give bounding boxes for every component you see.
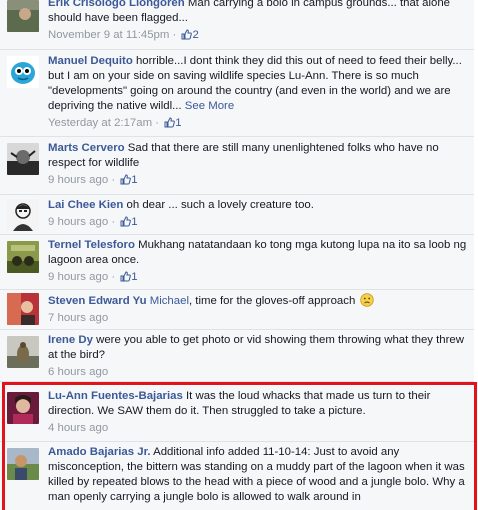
comment-item: Lu-Ann Fuentes-Bajarias It was the loud … [0, 386, 474, 442]
comment-item: Irene Dy were you able to get photo or v… [0, 330, 474, 382]
thumbs-up-icon [120, 216, 132, 227]
comment-timestamp[interactable]: 4 hours ago [48, 422, 108, 434]
comment-meta: 6 hours ago [48, 365, 468, 380]
like-count[interactable]: 1 [131, 174, 137, 186]
comment-meta: 9 hours ago · 1 [48, 271, 138, 283]
comment-thread: Erik Crisologo Liongoren Man carrying a … [0, 0, 478, 510]
like-count[interactable]: 2 [192, 29, 198, 41]
comment-author[interactable]: Steven Edward Yu [48, 295, 147, 307]
thumbs-up-icon [181, 29, 193, 40]
comment-meta: Yesterday at 2:17am · 1 [48, 117, 182, 129]
comment-timestamp[interactable]: 9 hours ago [48, 271, 108, 283]
comment-timestamp[interactable]: 7 hours ago [48, 312, 108, 324]
comment-item: Ternel Telesforo Mukhang natatandaan ko … [0, 235, 474, 290]
comment-timestamp[interactable]: Yesterday at 2:17am [48, 117, 152, 129]
thumbs-up-icon [120, 174, 132, 185]
avatar[interactable] [7, 241, 39, 273]
mention-link[interactable]: Michael [150, 295, 189, 307]
thumbs-up-icon [164, 117, 176, 128]
comment-timestamp[interactable]: 9 hours ago [48, 216, 108, 228]
avatar[interactable] [7, 336, 39, 368]
comment-author[interactable]: Marts Cervero [48, 142, 125, 154]
comment-timestamp[interactable]: 9 hours ago [48, 174, 108, 186]
comment-item: Marts Cervero Sad that there are still m… [0, 137, 474, 195]
comment-author[interactable]: Amado Bajarias Jr. [48, 446, 151, 458]
comment-author[interactable]: Ternel Telesforo [48, 239, 135, 251]
avatar[interactable] [7, 392, 39, 424]
comment-meta: 9 hours ago · 1 [48, 174, 138, 186]
comment-author[interactable]: Irene Dy [48, 334, 93, 346]
comment-author[interactable]: Lai Chee Kien [48, 199, 123, 211]
comment-item: Steven Edward Yu Michael, time for the g… [0, 290, 474, 330]
comment-item: Amado Bajarias Jr. Additional info added… [0, 442, 474, 510]
thumbs-up-icon [120, 271, 132, 282]
see-more-link[interactable]: See More [185, 100, 234, 112]
like-count[interactable]: 1 [175, 117, 181, 129]
comment-meta: 4 hours ago [48, 421, 468, 436]
comment-author[interactable]: Manuel Dequito [48, 55, 133, 67]
avatar[interactable] [7, 0, 39, 32]
comment-author[interactable]: Lu-Ann Fuentes-Bajarias [48, 390, 183, 402]
comment-text: oh dear ... such a lovely creature too. [126, 199, 314, 211]
frown-emoji-icon [360, 293, 375, 307]
comment-item: Erik Crisologo Liongoren Man carrying a … [0, 0, 474, 50]
comment-meta: November 9 at 11:45pm · 2 [48, 29, 199, 41]
comment-item: Manuel Dequito horrible...I dont think t… [0, 50, 474, 137]
avatar[interactable] [7, 143, 39, 175]
avatar[interactable] [7, 56, 39, 88]
avatar[interactable] [7, 293, 39, 325]
comment-meta: 7 hours ago [48, 311, 468, 326]
comment-text: , time for the gloves-off approach [188, 295, 356, 307]
comment-meta: 9 hours ago · 1 [48, 216, 138, 228]
comment-timestamp[interactable]: November 9 at 11:45pm [48, 29, 169, 41]
comment-item: Lai Chee Kien oh dear ... such a lovely … [0, 195, 474, 235]
like-count[interactable]: 1 [131, 271, 137, 283]
avatar[interactable] [7, 199, 39, 231]
comment-author[interactable]: Erik Crisologo Liongoren [48, 0, 185, 9]
comment-text: were you able to get photo or vid showin… [48, 334, 464, 361]
avatar[interactable] [7, 448, 39, 480]
like-count[interactable]: 1 [131, 216, 137, 228]
comment-timestamp[interactable]: 6 hours ago [48, 366, 108, 378]
